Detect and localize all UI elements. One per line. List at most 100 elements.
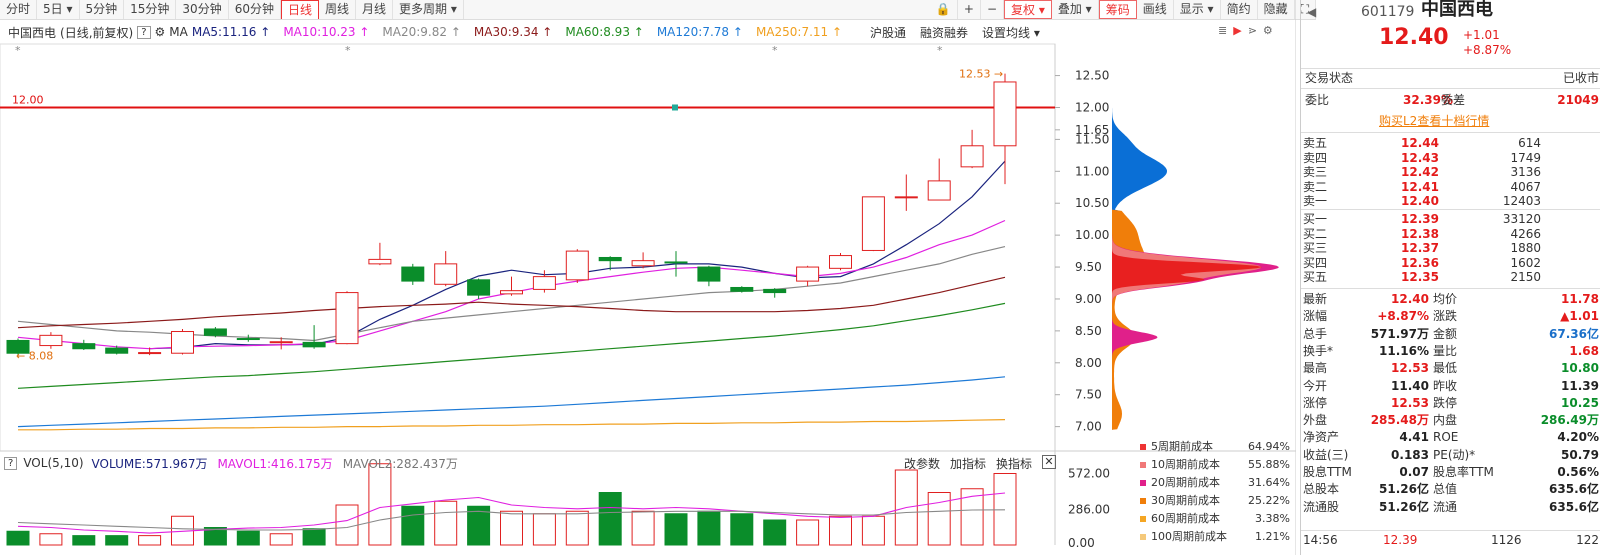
candle[interactable] bbox=[72, 339, 96, 351]
volume-bar[interactable] bbox=[335, 504, 359, 546]
candle[interactable] bbox=[467, 278, 491, 299]
main-frame bbox=[0, 43, 1056, 452]
volume-bar[interactable] bbox=[302, 528, 326, 546]
candle[interactable] bbox=[763, 288, 787, 298]
stat-label: 净资产 bbox=[1303, 430, 1340, 445]
volume-bar[interactable] bbox=[401, 505, 425, 546]
volume-bar[interactable] bbox=[631, 510, 655, 546]
bid-label: 买三 bbox=[1303, 241, 1328, 255]
stat-value: 0.07 bbox=[1399, 465, 1429, 479]
legend-swatch bbox=[1140, 516, 1146, 522]
l2-link[interactable]: 购买L2查看十档行情 bbox=[1379, 114, 1489, 129]
volume-bar[interactable] bbox=[993, 473, 1017, 546]
stat-value: 10.25 bbox=[1561, 395, 1599, 410]
candle[interactable] bbox=[565, 249, 589, 284]
candle[interactable] bbox=[631, 252, 655, 269]
price-line-handle[interactable] bbox=[672, 104, 678, 111]
volume-bar[interactable] bbox=[434, 500, 458, 546]
weicha-label: 委差 bbox=[1441, 93, 1466, 107]
bid-vol: 2150 bbox=[1510, 270, 1541, 284]
volume-bar[interactable] bbox=[697, 510, 721, 546]
volume-bar[interactable] bbox=[829, 515, 852, 546]
candle-body bbox=[368, 258, 392, 265]
volume-bar[interactable] bbox=[72, 535, 96, 546]
volume-bar[interactable] bbox=[532, 513, 556, 546]
volume-bar[interactable] bbox=[796, 519, 820, 546]
chip-legend: 5周期前成本 64.94% 10周期前成本 55.88% 20周期前成本 31.64% 30… bbox=[1140, 438, 1290, 546]
volume-bar[interactable] bbox=[565, 510, 589, 546]
volume-bar[interactable] bbox=[269, 533, 293, 546]
vol-label: VOL(5,10) bbox=[23, 456, 84, 470]
candle[interactable] bbox=[960, 129, 984, 169]
stat-value: 10.80 bbox=[1561, 361, 1599, 376]
vol-tool-params[interactable]: 改参数 bbox=[904, 455, 940, 472]
divider bbox=[1301, 68, 1600, 69]
volume-bar[interactable] bbox=[927, 492, 951, 546]
volume-bar[interactable] bbox=[598, 492, 622, 546]
vol-tool-switch[interactable]: 换指标 bbox=[996, 455, 1032, 472]
candle-body bbox=[565, 250, 589, 281]
stat-value: 571.97万 bbox=[1370, 326, 1429, 341]
ask-label: 卖三 bbox=[1303, 165, 1328, 179]
stat-value: 67.36亿 bbox=[1549, 326, 1599, 341]
candle[interactable] bbox=[171, 328, 194, 355]
candle-body bbox=[960, 145, 984, 168]
divider bbox=[1301, 288, 1600, 289]
candle[interactable] bbox=[697, 265, 721, 287]
candle[interactable] bbox=[203, 327, 227, 338]
stat-label: 流通股 bbox=[1303, 499, 1340, 514]
candle-body bbox=[467, 279, 491, 296]
candle[interactable] bbox=[401, 263, 425, 285]
candle[interactable] bbox=[861, 196, 885, 252]
candle[interactable] bbox=[39, 332, 63, 349]
candle[interactable] bbox=[368, 242, 392, 266]
volume-bar[interactable] bbox=[960, 488, 984, 546]
volume-bar[interactable] bbox=[500, 510, 523, 546]
ask-label: 卖五 bbox=[1303, 136, 1328, 150]
candle[interactable] bbox=[796, 265, 820, 287]
close-icon[interactable]: ✕ bbox=[1042, 454, 1056, 469]
chip-legend-item: 60周期前成本 3.38% bbox=[1140, 510, 1290, 528]
volume-bar[interactable] bbox=[861, 515, 885, 546]
volume-bar[interactable] bbox=[664, 513, 688, 546]
volume-bar[interactable] bbox=[368, 463, 392, 546]
volume-bar[interactable] bbox=[138, 535, 162, 546]
bid-price: 12.35 bbox=[1401, 270, 1439, 284]
volume-bar[interactable] bbox=[6, 530, 30, 546]
volume-bar[interactable] bbox=[39, 533, 63, 546]
candle-body bbox=[236, 338, 260, 341]
stat-label: 最低 bbox=[1433, 361, 1458, 376]
kline-chart[interactable]: 12.5012.0011.6511.5011.0010.5010.009.509… bbox=[0, 0, 1296, 555]
candle[interactable] bbox=[730, 286, 754, 293]
weibi-label: 委比 bbox=[1305, 93, 1330, 107]
candle[interactable] bbox=[302, 325, 326, 349]
ask-label: 卖二 bbox=[1303, 179, 1328, 194]
candle[interactable] bbox=[993, 73, 1017, 185]
candle[interactable] bbox=[434, 251, 458, 287]
tick-time: 14:56 bbox=[1303, 533, 1338, 547]
vol-tool-add[interactable]: 加指标 bbox=[950, 455, 986, 472]
bid-price: 12.38 bbox=[1401, 226, 1439, 241]
ask-vol: 12403 bbox=[1502, 194, 1541, 208]
candle[interactable] bbox=[894, 174, 918, 211]
candle[interactable] bbox=[829, 253, 852, 271]
prev-icon[interactable]: ◀ bbox=[1307, 5, 1316, 20]
volume-bar[interactable] bbox=[236, 530, 260, 546]
candle[interactable] bbox=[335, 291, 359, 345]
help-icon[interactable]: ? bbox=[4, 456, 18, 470]
volume-bar[interactable] bbox=[763, 519, 787, 546]
volume-bar[interactable] bbox=[105, 535, 129, 546]
candle[interactable] bbox=[500, 276, 523, 296]
divider bbox=[1301, 88, 1600, 89]
bid-vol: 1602 bbox=[1510, 255, 1541, 270]
stat-value: 1.68 bbox=[1569, 343, 1599, 358]
candle[interactable] bbox=[927, 158, 951, 201]
candle-body bbox=[105, 347, 129, 354]
candle[interactable] bbox=[236, 334, 260, 342]
y-tick-label: 7.50 bbox=[1075, 388, 1102, 402]
volume-bar[interactable] bbox=[730, 513, 754, 546]
legend-pct: 25.22% bbox=[1248, 494, 1290, 507]
y-tick-label: 10.00 bbox=[1075, 228, 1109, 242]
stat-label: 昨收 bbox=[1433, 378, 1458, 393]
candle-body bbox=[335, 292, 359, 345]
